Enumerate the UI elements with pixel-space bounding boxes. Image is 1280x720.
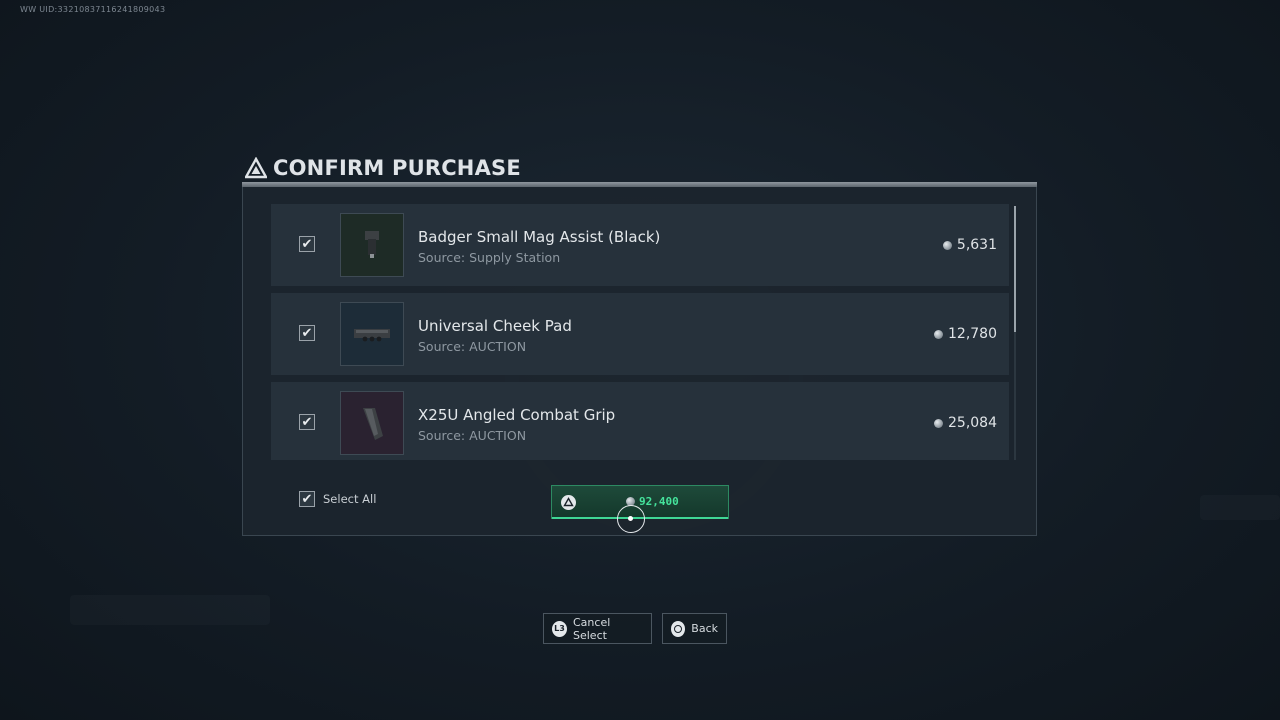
item-source: Source: Supply Station — [418, 250, 561, 265]
item-thumbnail — [340, 302, 404, 366]
purchase-item-list: ✔ Badger Small Mag Assist (Black) Source… — [271, 204, 1009, 460]
coin-icon — [942, 240, 952, 250]
list-item[interactable]: ✔ Badger Small Mag Assist (Black) Source… — [271, 204, 1009, 286]
l3-button-icon: L3 — [552, 620, 567, 637]
select-all-toggle[interactable]: ✔ Select All — [299, 491, 376, 507]
panel-top-border — [242, 182, 1037, 187]
scrollbar-thumb[interactable] — [1014, 206, 1016, 332]
triangle-button-icon — [561, 495, 576, 510]
cancel-select-hint[interactable]: L3 Cancel Select — [543, 613, 652, 644]
item-price-value: 25,084 — [948, 415, 997, 431]
dialog-title-text: CONFIRM PURCHASE — [273, 156, 521, 180]
background-blur — [70, 595, 270, 625]
item-name: Universal Cheek Pad — [418, 317, 572, 335]
back-label: Back — [691, 622, 718, 635]
coin-icon — [934, 418, 943, 428]
circle-button-icon — [671, 620, 686, 637]
item-checkbox[interactable]: ✔ — [299, 325, 315, 341]
user-id-label: WW UID:3321083711624180904​3 — [20, 5, 166, 14]
mag-assist-icon — [365, 231, 379, 258]
item-price: 12,780 — [934, 326, 997, 342]
item-price: 5,631 — [942, 237, 997, 253]
item-price-value: 5,631 — [956, 237, 997, 253]
combat-grip-icon — [363, 408, 383, 440]
item-thumbnail — [340, 391, 404, 455]
back-hint[interactable]: Back — [662, 613, 727, 644]
dialog-title: CONFIRM PURCHASE — [245, 156, 521, 180]
item-name: Badger Small Mag Assist (Black) — [418, 228, 661, 246]
triangle-warning-icon — [245, 157, 267, 179]
background-blur — [1200, 495, 1280, 520]
item-checkbox[interactable]: ✔ — [299, 236, 315, 252]
cancel-select-label: Cancel Select — [573, 615, 611, 642]
item-price-value: 12,780 — [948, 326, 997, 342]
item-source: Source: AUCTION — [418, 339, 527, 354]
list-item[interactable]: ✔ X25U Angled Combat Grip Source: AUCTIO… — [271, 382, 1009, 460]
purchase-total-value: 92,400 — [639, 495, 679, 508]
item-name: X25U Angled Combat Grip — [418, 406, 616, 424]
item-thumbnail — [340, 213, 404, 277]
select-all-checkbox[interactable]: ✔ — [299, 491, 315, 507]
coin-icon — [934, 329, 943, 339]
select-all-label: Select All — [323, 492, 377, 506]
item-source: Source: AUCTION — [418, 428, 527, 443]
cursor-reticle — [617, 505, 645, 533]
list-item[interactable]: ✔ Universal Cheek Pad Source: AUCTION 12… — [271, 293, 1009, 375]
item-price: 25,084 — [934, 415, 997, 431]
cheek-pad-icon — [354, 329, 390, 342]
item-checkbox[interactable]: ✔ — [299, 414, 315, 430]
